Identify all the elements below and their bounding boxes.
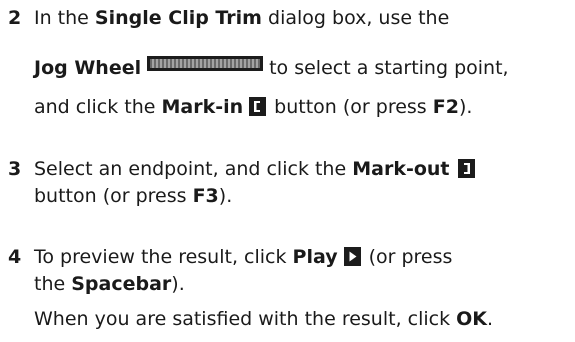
- text: ).: [458, 96, 473, 118]
- dialog-name: Single Clip Trim: [94, 7, 262, 29]
- step-number: 4: [8, 246, 22, 268]
- text: Select an endpoint, and click the: [34, 158, 353, 180]
- step-4-line-2: the Spacebar).: [34, 272, 185, 296]
- mark-out-icon: [457, 159, 475, 178]
- text: To preview the result, click: [34, 246, 293, 268]
- control-name: Jog Wheel: [34, 57, 142, 79]
- play-icon: [343, 247, 361, 266]
- step-4-line-1: To preview the result, click Play (or pr…: [34, 245, 452, 269]
- mark-in-icon: [249, 97, 267, 116]
- text: ).: [171, 273, 185, 295]
- text: button (or press: [34, 185, 193, 207]
- text: When you are satisfied with the result, …: [34, 308, 457, 330]
- text: .: [487, 308, 494, 330]
- step-3-line-1: Select an endpoint, and click the Mark-o…: [34, 157, 475, 181]
- text: dialog box, use the: [261, 7, 450, 29]
- text: button (or press: [274, 96, 433, 118]
- key-name: F3: [192, 185, 219, 207]
- text: ).: [218, 185, 233, 207]
- text: to select a starting point,: [269, 57, 509, 79]
- step-2-line-1: In the Single Clip Trim dialog box, use …: [34, 6, 449, 30]
- button-name: Mark-out: [352, 158, 450, 180]
- step-2-line-3: and click the Mark-in button (or press F…: [34, 95, 472, 119]
- key-name: F2: [432, 96, 459, 118]
- button-name: OK: [456, 308, 488, 330]
- text: and click the: [34, 96, 162, 118]
- step-number: 2: [8, 7, 22, 29]
- step-4-line-3: When you are satisfied with the result, …: [34, 307, 493, 331]
- jog-wheel-icon: [147, 56, 264, 71]
- step-3-line-2: button (or press F3).: [34, 184, 232, 208]
- button-name: Mark-in: [161, 96, 244, 118]
- key-name: Spacebar: [71, 273, 172, 295]
- step-number: 3: [8, 158, 22, 180]
- text: (or press: [368, 246, 453, 268]
- step-2-line-2: Jog Wheel to select a starting point,: [34, 56, 509, 80]
- text: In the: [34, 7, 95, 29]
- button-name: Play: [292, 246, 338, 268]
- text: the: [34, 273, 72, 295]
